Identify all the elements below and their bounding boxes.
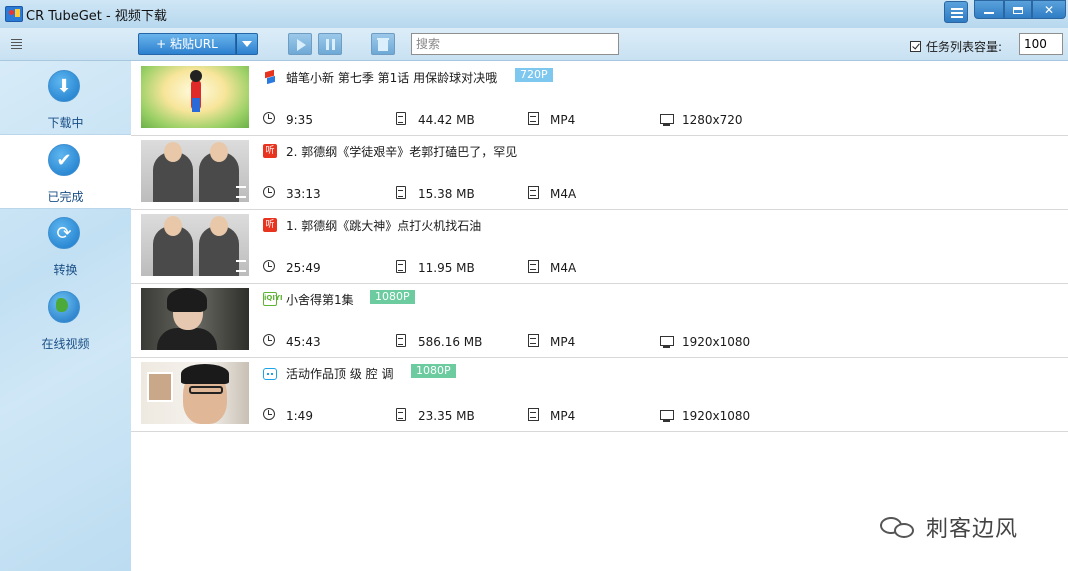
maximize-icon xyxy=(1013,6,1023,14)
format: M4A xyxy=(550,187,577,201)
sidebar-item-label: 在线视频 xyxy=(41,337,90,351)
clock-icon xyxy=(263,408,275,420)
minimize-icon xyxy=(984,12,994,14)
duration: 25:49 xyxy=(286,261,321,275)
task-title: 1. 郭德纲《跳大神》点打火机找石油 xyxy=(286,219,482,233)
video-thumbnail xyxy=(141,66,249,128)
sidebar: ⬇ 下载中 ✔ 已完成 ⟳ 转换 在线视频 xyxy=(0,61,131,571)
task-title: 2. 郭德纲《学徒艰辛》老郭打磕巴了，罕见 xyxy=(286,145,518,159)
film-icon xyxy=(528,186,539,199)
task-capacity-checkbox[interactable] xyxy=(910,41,921,52)
duration: 45:43 xyxy=(286,335,321,349)
task-capacity-label: 任务列表容量: xyxy=(926,40,1003,54)
source-iqiyi-icon: iQIYI xyxy=(263,292,283,306)
sidebar-item-label: 已完成 xyxy=(47,190,84,204)
resolution: 1920x1080 xyxy=(682,409,751,423)
download-icon: ⬇ xyxy=(48,70,80,102)
video-thumbnail xyxy=(141,362,249,424)
file-icon xyxy=(396,408,406,421)
duration: 9:35 xyxy=(286,113,313,127)
watermark: 刺客边风 xyxy=(880,511,1018,543)
monitor-icon xyxy=(660,336,674,348)
file-icon xyxy=(396,112,406,125)
monitor-icon xyxy=(660,410,674,422)
task-list: 蜡笔小新 第七季 第1话 用保龄球对决哦 720P 9:35 44.42 MB … xyxy=(131,61,1068,571)
clock-icon xyxy=(263,334,275,346)
search-input[interactable] xyxy=(411,33,619,55)
task-row[interactable]: 听 1. 郭德纲《跳大神》点打火机找石油 25:49 11.95 MB M4A xyxy=(131,209,1068,284)
sidebar-item-label: 转换 xyxy=(53,263,78,277)
source-ting-icon: 听 xyxy=(263,144,277,158)
close-icon: ✕ xyxy=(1043,3,1055,17)
sidebar-item-online-video[interactable]: 在线视频 xyxy=(0,282,131,355)
task-title: 小舍得第1集 xyxy=(286,293,354,307)
file-size: 15.38 MB xyxy=(418,187,475,201)
film-icon xyxy=(528,260,539,273)
toolbar: + 粘贴URL 任务列表容量: xyxy=(0,28,1068,61)
sidebar-item-convert[interactable]: ⟳ 转换 xyxy=(0,208,131,281)
sidebar-item-label: 下载中 xyxy=(47,116,84,130)
duration: 33:13 xyxy=(286,187,321,201)
task-title: 活动作品顶 级 腔 调 xyxy=(286,367,394,381)
sidebar-item-downloading[interactable]: ⬇ 下载中 xyxy=(0,61,131,134)
list-view-icon[interactable] xyxy=(11,39,22,51)
file-icon xyxy=(396,334,406,347)
file-size: 23.35 MB xyxy=(418,409,475,423)
duration: 1:49 xyxy=(286,409,313,423)
file-icon xyxy=(396,186,406,199)
watermark-text: 刺客边风 xyxy=(926,517,1019,542)
file-size: 586.16 MB xyxy=(418,335,483,349)
video-thumbnail xyxy=(141,214,249,276)
pause-button[interactable] xyxy=(318,33,342,55)
check-icon: ✔ xyxy=(48,144,80,176)
wechat-icon xyxy=(880,514,916,540)
source-flag-icon xyxy=(263,70,277,84)
clock-icon xyxy=(263,260,275,272)
format: M4A xyxy=(550,261,577,275)
resolution: 1920x1080 xyxy=(682,335,751,349)
format: MP4 xyxy=(550,113,576,127)
quality-badge: 1080P xyxy=(411,364,456,378)
title-bar: CR TubeGet - 视频下载 ✕ xyxy=(0,0,1068,28)
task-title: 蜡笔小新 第七季 第1话 用保龄球对决哦 xyxy=(286,71,498,85)
quality-badge: 1080P xyxy=(370,290,415,304)
close-button[interactable]: ✕ xyxy=(1032,0,1066,19)
clock-icon xyxy=(263,186,275,198)
file-size: 44.42 MB xyxy=(418,113,475,127)
resolution: 1280x720 xyxy=(682,113,743,127)
task-capacity-input[interactable] xyxy=(1019,33,1063,55)
format: MP4 xyxy=(550,335,576,349)
window-title: CR TubeGet - 视频下载 xyxy=(26,9,167,24)
task-capacity-option: 任务列表容量: xyxy=(910,38,1002,55)
sidebar-item-completed[interactable]: ✔ 已完成 xyxy=(0,134,131,209)
format: MP4 xyxy=(550,409,576,423)
film-icon xyxy=(528,408,539,421)
task-row[interactable]: 听 2. 郭德纲《学徒艰辛》老郭打磕巴了，罕见 33:13 15.38 MB M… xyxy=(131,135,1068,210)
source-bilibili-icon xyxy=(263,368,277,380)
globe-icon xyxy=(48,291,80,323)
video-thumbnail xyxy=(141,288,249,350)
paste-url-dropdown-button[interactable] xyxy=(236,33,258,55)
clock-icon xyxy=(263,112,275,124)
delete-button[interactable] xyxy=(371,33,395,55)
file-icon xyxy=(396,260,406,273)
app-logo-icon xyxy=(5,6,23,22)
video-thumbnail xyxy=(141,140,249,202)
task-row[interactable]: 蜡笔小新 第七季 第1话 用保龄球对决哦 720P 9:35 44.42 MB … xyxy=(131,61,1068,136)
start-button[interactable] xyxy=(288,33,312,55)
monitor-icon xyxy=(660,114,674,126)
paste-url-button[interactable]: + 粘贴URL xyxy=(138,33,236,55)
minimize-button[interactable] xyxy=(974,0,1004,19)
quality-badge: 720P xyxy=(515,68,553,82)
task-row[interactable]: iQIYI 小舍得第1集 1080P 45:43 586.16 MB MP4 1… xyxy=(131,283,1068,358)
file-size: 11.95 MB xyxy=(418,261,475,275)
task-row[interactable]: 活动作品顶 级 腔 调 1080P 1:49 23.35 MB MP4 1920… xyxy=(131,357,1068,432)
source-ting-icon: 听 xyxy=(263,218,277,232)
convert-icon: ⟳ xyxy=(48,217,80,249)
menu-button[interactable] xyxy=(944,1,968,23)
maximize-button[interactable] xyxy=(1004,0,1032,19)
film-icon xyxy=(528,112,539,125)
film-icon xyxy=(528,334,539,347)
